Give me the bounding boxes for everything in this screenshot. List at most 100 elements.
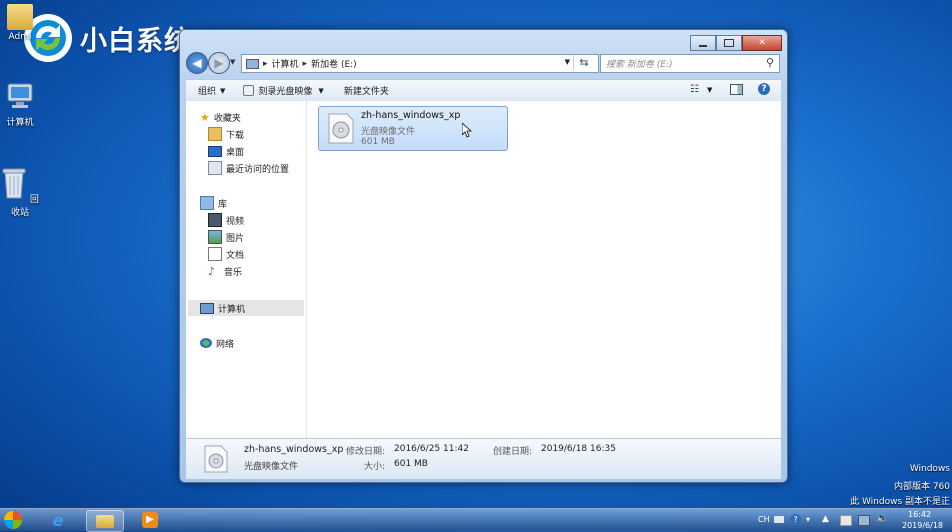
nav-favorites[interactable]: ★ 收藏夹: [200, 109, 241, 125]
maximize-button[interactable]: [716, 35, 742, 51]
user-folder-icon: [7, 4, 33, 30]
burn-disc-image-button[interactable]: 刻录光盘映像 ▼: [243, 84, 324, 97]
network-tray-icon[interactable]: [858, 515, 870, 526]
new-folder-button[interactable]: 新建文件夹: [344, 84, 389, 97]
organize-button[interactable]: 组织 ▼: [198, 84, 225, 98]
nav-item-label: 视频: [226, 216, 245, 227]
created-label: 创建日期:: [493, 447, 533, 457]
navigation-bar: ◀ ▶ ▼ ▸ 计算机 ▸ 新加卷 (E:) ▼ ⇆ 搜索 新加卷 (E:) ⚲: [186, 52, 781, 76]
internet-explorer-icon: e: [52, 510, 64, 530]
clock-time[interactable]: 16:42: [908, 510, 931, 519]
nav-libraries[interactable]: 库: [200, 195, 227, 211]
view-options-icon[interactable]: ☷: [690, 84, 699, 95]
windows-logo-icon: [4, 511, 22, 529]
mouse-cursor-icon: [462, 123, 472, 138]
navigation-pane: ★ 收藏夹 下载 桌面 最近访问的位置 库 视频 图片 文档 ♪ 音乐 计算机 …: [186, 101, 307, 438]
recent-pages-chevron-icon[interactable]: ▼: [230, 58, 235, 66]
help-icon[interactable]: ?: [758, 83, 770, 95]
windows-watermark-line1: Windows: [909, 464, 950, 474]
nav-item-pictures[interactable]: 图片: [208, 229, 244, 245]
download-folder-icon: [208, 127, 222, 141]
tray-chevron-icon[interactable]: ▾: [806, 515, 810, 524]
nav-item-label: 桌面: [226, 147, 245, 158]
desktop-icon-recycle-bin[interactable]: 回收站: [0, 166, 40, 218]
music-icon: ♪: [208, 264, 216, 278]
details-file-name: zh-hans_windows_xp: [244, 444, 344, 455]
video-icon: [208, 213, 222, 227]
nav-item-label: 下载: [226, 130, 245, 141]
modified-value: 2016/6/25 11:42: [394, 444, 469, 454]
library-icon: [200, 196, 214, 210]
address-dropdown-icon[interactable]: ▼: [565, 58, 570, 66]
show-hidden-icons-icon[interactable]: ▲: [822, 514, 829, 524]
search-icon[interactable]: ⚲: [766, 56, 774, 69]
burn-label: 刻录光盘映像: [258, 87, 313, 97]
address-bar[interactable]: ▸ 计算机 ▸ 新加卷 (E:) ▼: [241, 54, 599, 73]
nav-item-recent[interactable]: 最近访问的位置: [208, 160, 289, 176]
taskbar-media-player-button[interactable]: ▶: [132, 510, 168, 530]
computer-icon: [7, 83, 33, 108]
folder-icon: [96, 514, 114, 528]
keyboard-icon[interactable]: [774, 516, 784, 523]
windows-watermark-line3: 此 Windows 副本不是正: [850, 497, 950, 507]
taskbar-explorer-button[interactable]: [86, 510, 124, 532]
nav-network-label: 网络: [216, 339, 235, 350]
modified-label: 修改日期:: [346, 447, 386, 457]
content-area: ★ 收藏夹 下载 桌面 最近访问的位置 库 视频 图片 文档 ♪ 音乐 计算机 …: [186, 101, 781, 438]
nav-network[interactable]: 网络: [200, 335, 234, 351]
desktop-icon-computer[interactable]: 计算机: [0, 82, 40, 128]
nav-item-videos[interactable]: 视频: [208, 212, 244, 228]
close-icon: ✕: [758, 38, 766, 48]
nav-computer[interactable]: 计算机: [200, 300, 245, 316]
disc-image-icon: [328, 113, 354, 144]
action-center-icon[interactable]: [840, 515, 852, 526]
chevron-down-icon[interactable]: ▼: [707, 86, 712, 94]
explorer-window: ✕ ◀ ▶ ▼ ▸ 计算机 ▸ 新加卷 (E:) ▼ ⇆ 搜索 新加卷 (E:)…: [179, 29, 788, 483]
file-item[interactable]: zh-hans_windows_xp 光盘映像文件 601 MB: [318, 106, 508, 151]
desktop-icon-label: 计算机: [6, 118, 34, 128]
nav-favorites-label: 收藏夹: [213, 113, 241, 124]
help-icon[interactable]: ?: [790, 514, 801, 525]
picture-icon: [208, 230, 222, 244]
refresh-button[interactable]: ⇆: [573, 55, 594, 70]
start-button[interactable]: [0, 510, 26, 530]
caption-buttons: ✕: [690, 35, 782, 51]
document-icon: [208, 247, 222, 261]
recycle-bin-icon: [2, 168, 26, 199]
desktop-icon-admin[interactable]: Admi: [0, 4, 40, 42]
recent-places-icon: [208, 161, 222, 175]
breadcrumb-computer[interactable]: 计算机: [272, 57, 299, 70]
nav-item-documents[interactable]: 文档: [208, 246, 244, 262]
nav-item-music[interactable]: ♪ 音乐: [208, 263, 242, 279]
file-type: 光盘映像文件: [361, 127, 416, 137]
nav-item-desktop[interactable]: 桌面: [208, 143, 244, 159]
organize-label: 组织: [198, 87, 217, 97]
volume-icon[interactable]: 🔈: [876, 513, 888, 524]
nav-libraries-label: 库: [218, 199, 228, 210]
nav-item-label: 文档: [226, 250, 245, 261]
back-button[interactable]: ◀: [186, 52, 208, 74]
close-button[interactable]: ✕: [742, 35, 782, 51]
breadcrumb-drive[interactable]: 新加卷 (E:): [311, 57, 357, 70]
taskbar-ie-button[interactable]: e: [40, 510, 76, 530]
windows-watermark-line2: 内部版本 760: [893, 482, 950, 492]
forward-button[interactable]: ▶: [208, 52, 230, 74]
back-arrow-icon: ◀: [192, 56, 202, 70]
clock-date[interactable]: 2019/6/18: [902, 521, 943, 530]
refresh-icon: ⇆: [579, 56, 589, 69]
nav-item-label: 最近访问的位置: [226, 164, 290, 175]
minimize-icon: [699, 44, 707, 47]
command-bar: 组织 ▼ 刻录光盘映像 ▼ 新建文件夹 ☷ ▼ ?: [186, 79, 781, 102]
nav-item-downloads[interactable]: 下载: [208, 126, 244, 142]
desktop-icon: [208, 145, 222, 157]
search-input[interactable]: 搜索 新加卷 (E:) ⚲: [600, 54, 780, 73]
computer-icon: [200, 302, 214, 314]
preview-pane-icon[interactable]: [730, 84, 743, 95]
nav-computer-label: 计算机: [218, 304, 246, 315]
disc-burn-icon: [243, 85, 255, 96]
nav-item-label: 音乐: [224, 267, 243, 278]
language-indicator[interactable]: CH: [758, 515, 770, 524]
breadcrumb-separator: ▸: [302, 58, 308, 69]
size-label: 大小:: [364, 462, 386, 472]
minimize-button[interactable]: [690, 35, 716, 51]
